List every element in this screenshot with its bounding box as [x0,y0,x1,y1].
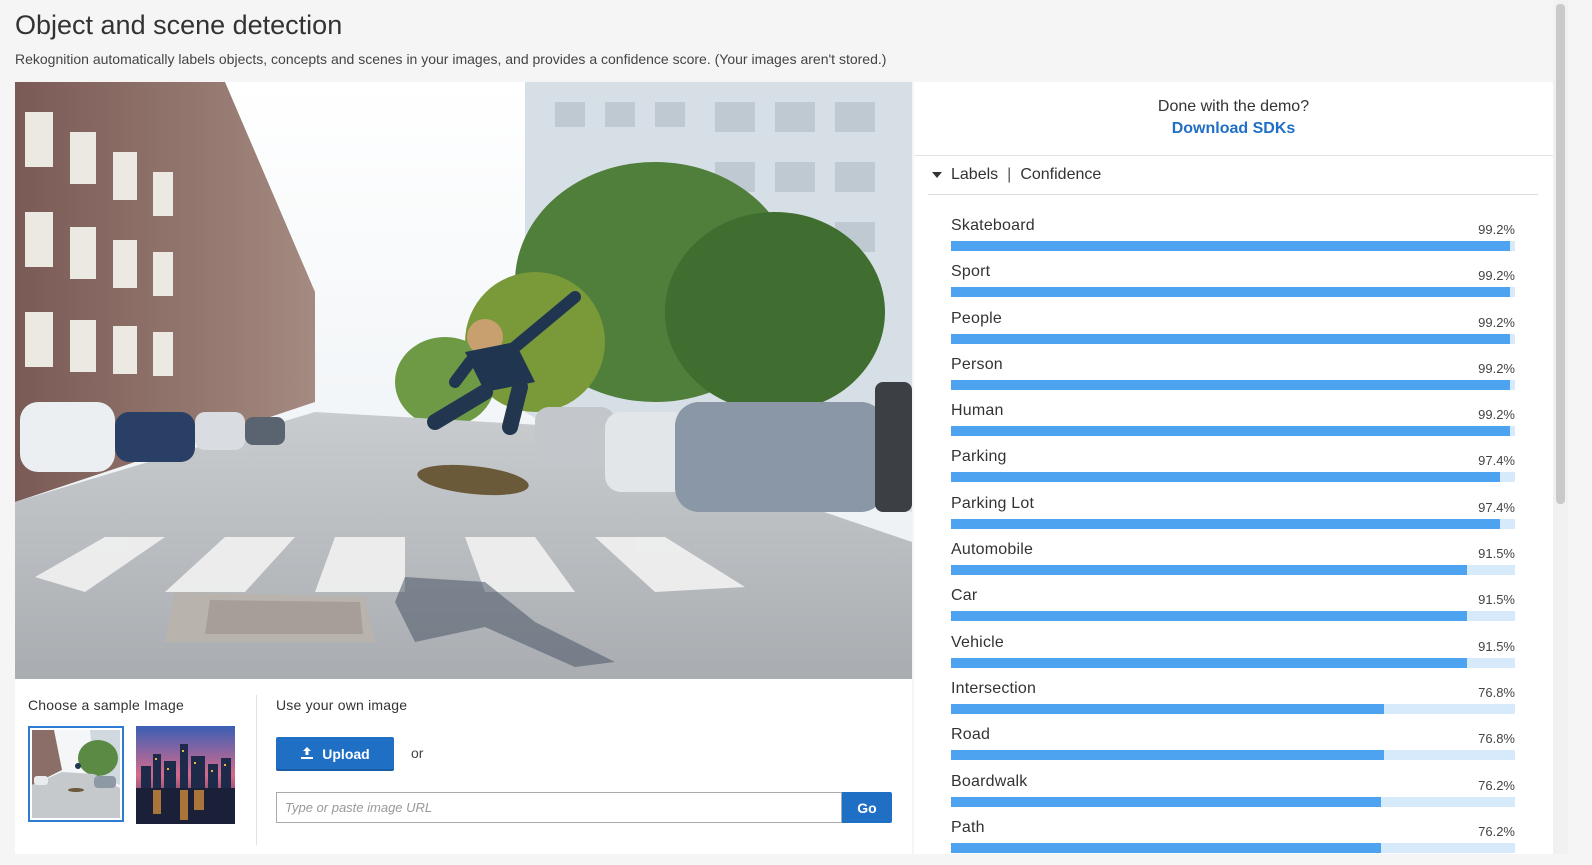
label-row: Vehicle 91.5% [951,634,1515,680]
labels-header-toggle[interactable]: Labels | Confidence [932,166,1101,184]
page-title: Object and scene detection [15,10,343,40]
results-divider [914,155,1553,156]
image-url-input[interactable] [276,792,842,823]
label-name: Sport [951,263,991,281]
label-name: People [951,309,1003,327]
confidence-bar [951,333,1515,344]
caret-down-icon [932,172,942,178]
label-confidence: 99.2% [1478,314,1515,330]
label-name: Intersection [951,679,1037,697]
upload-button-label: Upload [322,746,370,762]
confidence-bar-fill [951,287,1511,298]
image-source-panel: Choose a sample Image Use your own image… [15,679,912,854]
confidence-bar [951,426,1515,437]
label-row: Boardwalk 76.2% [951,773,1515,819]
confidence-bar-fill [951,657,1468,668]
label-name: Car [951,587,978,605]
panel-divider [256,695,257,845]
label-confidence: 76.8% [1478,684,1515,700]
confidence-bar [951,287,1515,298]
confidence-bar-fill [951,472,1501,483]
confidence-bar [951,611,1515,622]
confidence-bar-fill [951,703,1385,714]
confidence-bar-fill [951,379,1511,390]
labels-header-divider [928,194,1538,195]
label-name: Road [951,726,991,744]
label-list: Skateboard 99.2% Sport 99.2% People 99.2% Pers… [951,217,1515,865]
label-confidence: 76.2% [1478,823,1515,839]
label-row: Intersection 76.8% [951,680,1515,726]
confidence-bar-fill [951,518,1501,529]
label-name: Parking [951,448,1007,466]
labels-tab: Labels [951,166,999,183]
confidence-bar [951,703,1515,714]
confidence-bar [951,750,1515,761]
results-panel: Done with the demo? Download SDKs Labels… [914,82,1553,854]
confidence-tab: Confidence [1020,166,1102,183]
confidence-bar-fill [951,333,1511,344]
label-name: Human [951,402,1004,420]
confidence-bar [951,241,1515,251]
label-confidence: 97.4% [1478,453,1515,469]
confidence-bar [951,472,1515,483]
own-image-label: Use your own image [276,697,408,713]
upload-button[interactable]: Upload [276,737,394,771]
label-confidence: 99.2% [1478,222,1515,237]
label-confidence: 97.4% [1478,499,1515,515]
upload-icon [300,746,314,763]
label-row: Automobile 91.5% [951,541,1515,587]
sample-images-label: Choose a sample Image [28,697,184,713]
confidence-bar [951,842,1515,853]
label-name: Automobile [951,541,1034,559]
confidence-bar [951,796,1515,807]
label-row: Path 76.2% [951,819,1515,865]
label-name: Boardwalk [951,772,1028,790]
sample-thumbnail-city-skyline[interactable] [136,726,235,824]
label-row: People 99.2% [951,310,1515,356]
label-name: Skateboard [951,217,1035,234]
label-row: Sport 99.2% [951,263,1515,309]
label-confidence: 91.5% [1478,638,1515,654]
confidence-bar [951,657,1515,668]
label-name: Path [951,818,985,836]
confidence-bar-fill [951,565,1468,576]
label-confidence: 76.8% [1478,731,1515,747]
label-confidence: 76.2% [1478,777,1515,793]
confidence-bar-fill [951,796,1381,807]
demo-question: Done with the demo? [1157,98,1310,115]
confidence-bar [951,518,1515,529]
confidence-bar-fill [951,426,1511,437]
label-confidence: 91.5% [1478,592,1515,608]
label-row: Person 99.2% [951,356,1515,402]
confidence-bar [951,379,1515,390]
confidence-bar [951,565,1515,576]
label-row: Skateboard 99.2% [951,217,1515,263]
page-scrollbar-thumb[interactable] [1556,4,1565,504]
label-confidence: 99.2% [1478,360,1515,376]
sample-thumbnail-street[interactable] [28,726,124,822]
header-separator: | [1007,166,1012,183]
go-button[interactable]: Go [842,792,892,823]
label-row: Human 99.2% [951,402,1515,448]
label-name: Parking Lot [951,494,1035,512]
label-row: Parking Lot 97.4% [951,495,1515,541]
confidence-bar-fill [951,750,1385,761]
label-row: Car 91.5% [951,587,1515,633]
confidence-bar-fill [951,241,1511,251]
label-confidence: 99.2% [1478,268,1515,284]
analyzed-image [15,82,912,679]
label-row: Parking 97.4% [951,448,1515,494]
label-confidence: 91.5% [1478,546,1515,562]
label-name: Vehicle [951,633,1004,651]
label-row: Road 76.8% [951,726,1515,772]
confidence-bar-fill [951,842,1381,853]
label-name: Person [951,355,1003,373]
confidence-bar-fill [951,611,1468,622]
label-confidence: 99.2% [1478,407,1515,423]
page-subtitle: Rekognition automatically labels objects… [15,51,887,67]
or-separator: or [411,745,424,761]
download-sdks-link[interactable]: Download SDKs [914,120,1553,138]
